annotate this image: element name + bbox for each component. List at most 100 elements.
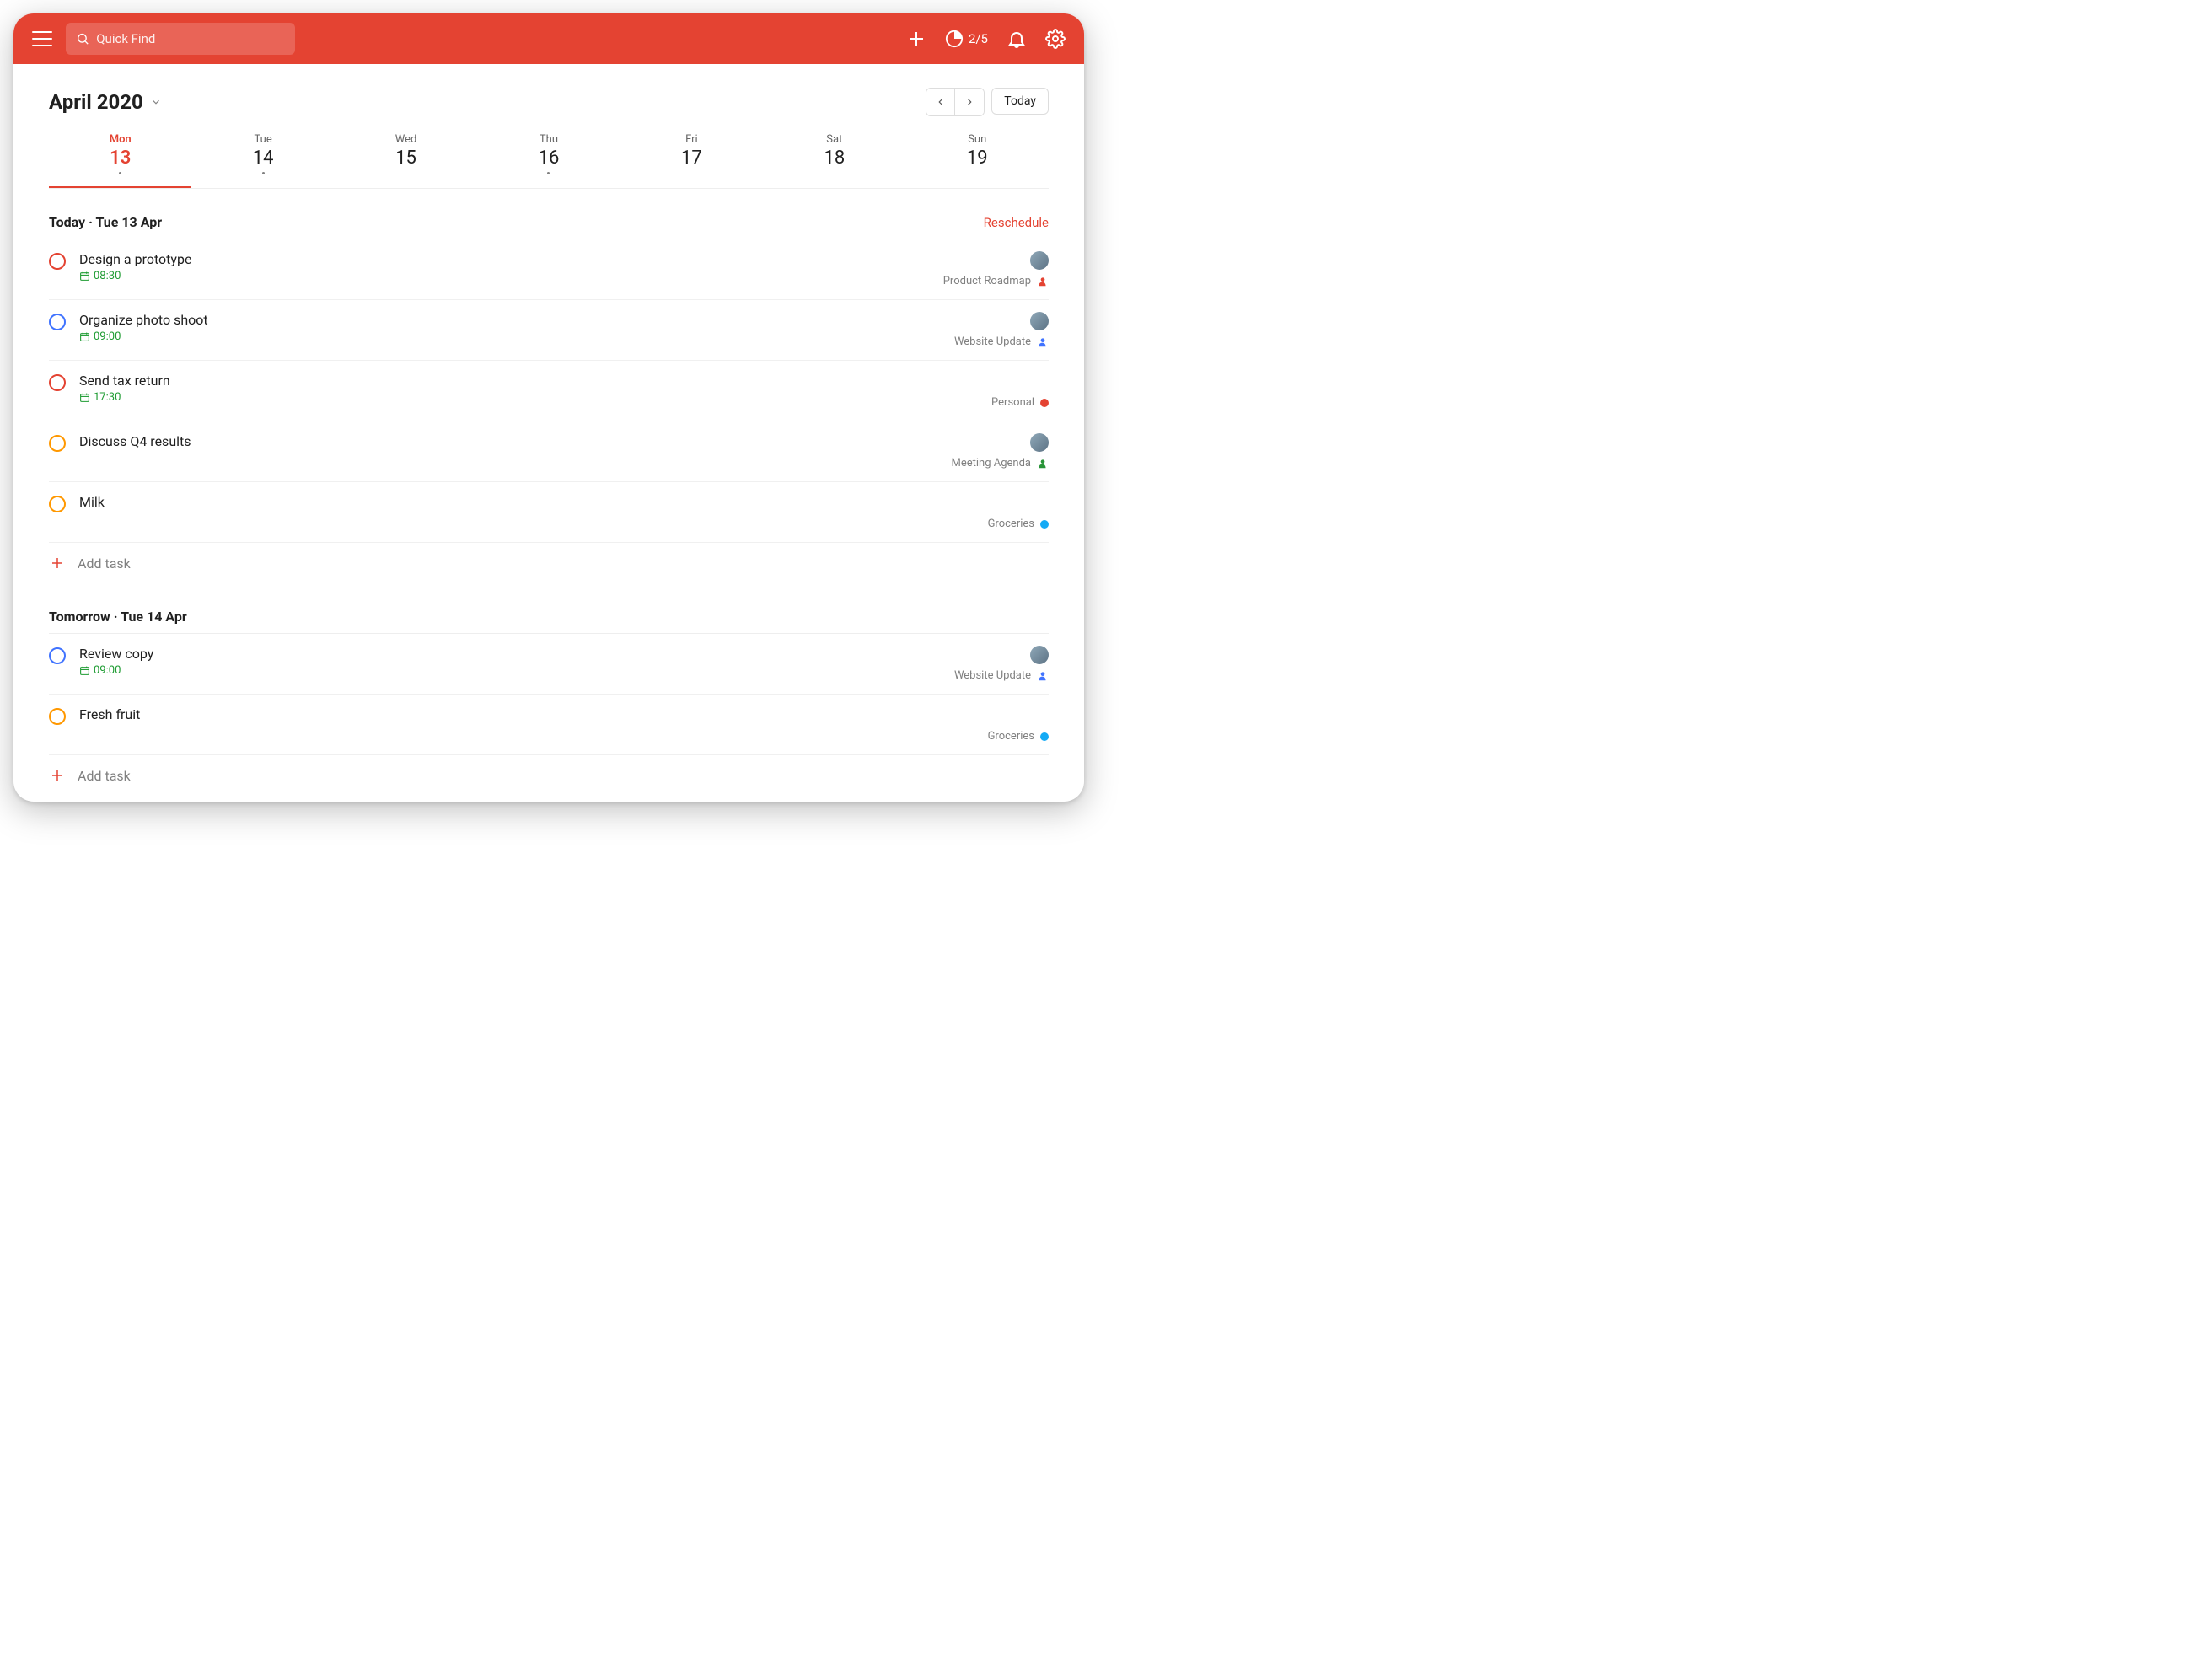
day-of-week: Mon <box>49 133 191 146</box>
chevron-right-icon <box>964 96 975 108</box>
task-title: Send tax return <box>79 373 991 389</box>
day-number: 18 <box>763 148 905 169</box>
day-sat[interactable]: Sat 18 <box>763 125 905 188</box>
person-icon <box>1037 336 1049 348</box>
next-week-button[interactable] <box>955 89 984 115</box>
task-row[interactable]: Send tax return 17:30 Personal <box>49 361 1049 421</box>
day-number: 14 <box>191 148 334 169</box>
task-row[interactable]: Milk Groceries <box>49 482 1049 543</box>
plus-icon <box>49 767 66 784</box>
add-task-label: Add task <box>78 555 131 571</box>
section-title: Today · Tue 13 Apr <box>49 214 162 230</box>
month-label: April 2020 <box>49 90 143 114</box>
person-icon <box>1037 458 1049 469</box>
search-icon <box>76 31 89 46</box>
search-input[interactable] <box>96 31 285 46</box>
task-project[interactable]: Groceries <box>988 518 1049 530</box>
task-checkbox[interactable] <box>49 314 66 330</box>
task-row[interactable]: Organize photo shoot 09:00 Website Updat… <box>49 300 1049 361</box>
task-row[interactable]: Review copy 09:00 Website Update <box>49 634 1049 695</box>
day-sun[interactable]: Sun 19 <box>906 125 1049 188</box>
day-number: 16 <box>477 148 620 169</box>
task-checkbox[interactable] <box>49 253 66 270</box>
prev-week-button[interactable] <box>926 89 955 115</box>
task-time: 08:30 <box>79 270 943 282</box>
task-project[interactable]: Website Update <box>954 335 1049 348</box>
task-project[interactable]: Groceries <box>988 730 1049 743</box>
day-wed[interactable]: Wed15 <box>335 125 477 188</box>
productivity-count: 2/5 <box>969 31 988 46</box>
project-color-dot <box>1040 732 1049 741</box>
settings-button[interactable] <box>1045 29 1066 49</box>
menu-icon[interactable] <box>32 31 52 46</box>
day-of-week: Wed <box>335 133 477 146</box>
day-tue[interactable]: Tue 14 <box>191 125 334 188</box>
calendar-icon <box>79 331 90 342</box>
calendar-icon <box>79 665 90 676</box>
add-task-label: Add task <box>78 768 131 784</box>
person-icon <box>1037 670 1049 682</box>
day-of-week: Sun <box>906 133 1049 146</box>
has-tasks-dot <box>262 172 265 174</box>
task-project[interactable]: Website Update <box>954 669 1049 682</box>
project-color-dot <box>1040 399 1049 407</box>
task-checkbox[interactable] <box>49 647 66 664</box>
top-bar: 2/5 <box>13 13 1084 64</box>
day-of-week: Sat <box>763 133 905 146</box>
day-of-week: Tue <box>191 133 334 146</box>
day-thu[interactable]: Thu 16 <box>477 125 620 188</box>
day-mon[interactable]: Mon13 <box>49 125 191 188</box>
task-title: Design a prototype <box>79 251 943 267</box>
task-project[interactable]: Product Roadmap <box>943 275 1049 287</box>
productivity-button[interactable]: 2/5 <box>945 30 988 48</box>
task-row[interactable]: Discuss Q4 results Meeting Agenda <box>49 421 1049 482</box>
project-name: Groceries <box>988 518 1034 530</box>
project-name: Website Update <box>954 669 1031 682</box>
day-of-week: Thu <box>477 133 620 146</box>
calendar-icon <box>79 271 90 282</box>
person-icon <box>1037 276 1049 287</box>
project-name: Product Roadmap <box>943 275 1031 287</box>
content-area: April 2020 Today Mon13Tue 14Wed15Thu 16Fri… <box>13 64 1084 802</box>
assignee-avatar <box>1030 433 1049 452</box>
week-strip: Mon13Tue 14Wed15Thu 16Fri17Sat 18Sun 19 <box>49 125 1049 189</box>
assignee-avatar <box>1030 646 1049 664</box>
add-button[interactable] <box>906 29 926 49</box>
task-title: Discuss Q4 results <box>79 433 951 449</box>
task-time: 09:00 <box>79 664 954 677</box>
task-project[interactable]: Personal <box>991 396 1049 409</box>
task-checkbox[interactable] <box>49 496 66 512</box>
task-project[interactable]: Meeting Agenda <box>951 457 1049 469</box>
week-nav <box>926 88 985 116</box>
add-task-button[interactable]: Add task <box>49 755 1049 796</box>
gear-icon <box>1045 29 1066 49</box>
chevron-left-icon <box>935 96 947 108</box>
add-task-button[interactable]: Add task <box>49 543 1049 583</box>
project-name: Website Update <box>954 335 1031 348</box>
month-picker[interactable]: April 2020 <box>49 90 162 114</box>
project-name: Personal <box>991 396 1034 409</box>
project-name: Meeting Agenda <box>951 457 1031 469</box>
bell-icon <box>1007 29 1027 49</box>
task-time: 17:30 <box>79 391 991 404</box>
task-title: Fresh fruit <box>79 706 988 722</box>
day-of-week: Fri <box>620 133 763 146</box>
plus-icon <box>49 555 66 571</box>
has-tasks-dot <box>119 172 121 174</box>
notifications-button[interactable] <box>1007 29 1027 49</box>
app-frame: 2/5 April 2020 Today Mon13Tue 14Wed15Thu 1… <box>13 13 1084 802</box>
assignee-avatar <box>1030 251 1049 270</box>
reschedule-button[interactable]: Reschedule <box>984 215 1049 230</box>
task-checkbox[interactable] <box>49 374 66 391</box>
day-number: 19 <box>906 148 1049 169</box>
task-row[interactable]: Fresh fruit Groceries <box>49 695 1049 755</box>
task-row[interactable]: Design a prototype 08:30 Product Roadmap <box>49 239 1049 300</box>
day-fri[interactable]: Fri17 <box>620 125 763 188</box>
task-checkbox[interactable] <box>49 708 66 725</box>
search-field[interactable] <box>66 23 295 55</box>
task-checkbox[interactable] <box>49 435 66 452</box>
today-button[interactable]: Today <box>991 88 1049 115</box>
task-time: 09:00 <box>79 330 954 343</box>
productivity-icon <box>945 30 964 48</box>
task-title: Review copy <box>79 646 954 662</box>
